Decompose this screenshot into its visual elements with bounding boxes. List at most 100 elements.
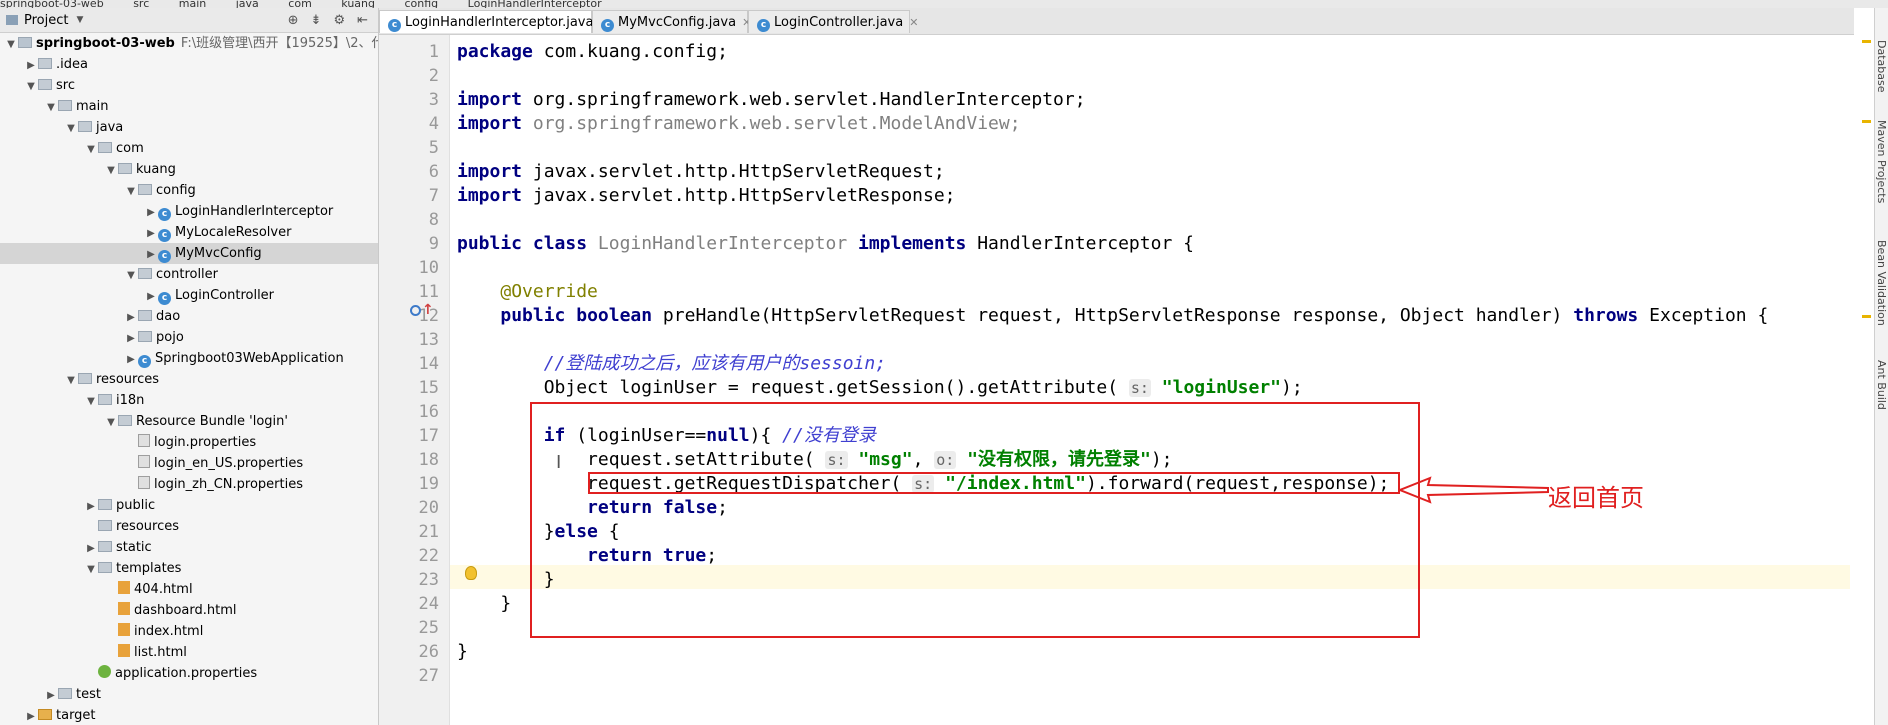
tree-item[interactable]: index.html xyxy=(0,621,378,642)
breadcrumb-item[interactable]: src xyxy=(133,0,149,8)
code-line[interactable]: } xyxy=(457,592,511,616)
tree-item[interactable]: ▼ main xyxy=(0,96,378,117)
tree-item[interactable]: ▶ public xyxy=(0,495,378,516)
chevron-down-icon[interactable]: ▼ xyxy=(124,181,138,202)
tree-item[interactable]: resources xyxy=(0,516,378,537)
code-line[interactable]: public boolean preHandle(HttpServletRequ… xyxy=(457,304,1768,328)
chevron-down-icon[interactable]: ▼ xyxy=(76,15,83,25)
chevron-right-icon[interactable]: ▶ xyxy=(124,349,138,370)
tree-item[interactable]: dashboard.html xyxy=(0,600,378,621)
chevron-down-icon[interactable]: ▼ xyxy=(84,139,98,160)
close-icon[interactable]: ✕ xyxy=(909,16,918,29)
chevron-down-icon[interactable]: ▼ xyxy=(104,160,118,181)
tree-item[interactable]: ▶ dao xyxy=(0,306,378,327)
tree-item-label: application.properties xyxy=(115,666,258,681)
chevron-down-icon[interactable]: ▼ xyxy=(64,118,78,139)
tree-item[interactable]: ▼ java xyxy=(0,117,378,138)
tree-item[interactable]: ▶ static xyxy=(0,537,378,558)
tree-item[interactable]: ▶ target xyxy=(0,705,378,725)
tree-item[interactable]: ▼ controller xyxy=(0,264,378,285)
tree-item[interactable]: ▼ resources xyxy=(0,369,378,390)
breadcrumb-item[interactable]: kuang xyxy=(341,0,375,8)
warning-marker[interactable] xyxy=(1862,40,1871,43)
chevron-right-icon[interactable]: ▶ xyxy=(124,307,138,328)
code-line[interactable]: } xyxy=(457,640,468,664)
chevron-right-icon[interactable]: ▶ xyxy=(144,202,158,223)
chevron-right-icon[interactable]: ▶ xyxy=(124,328,138,349)
editor-tab[interactable]: cLoginHandlerInterceptor.java✕ xyxy=(379,10,609,33)
override-method-icon[interactable] xyxy=(410,305,421,316)
chevron-right-icon[interactable]: ▶ xyxy=(84,538,98,559)
editor-tab[interactable]: c MyMvcConfig.java ✕ xyxy=(592,10,751,33)
tree-item[interactable]: ▼ config xyxy=(0,180,378,201)
tree-item[interactable]: application.properties xyxy=(0,663,378,684)
breadcrumb-item[interactable]: java xyxy=(236,0,259,8)
code-line[interactable]: package com.kuang.config; xyxy=(457,40,728,64)
gear-icon[interactable]: ⚙ xyxy=(333,13,345,28)
tree-item[interactable]: ▼ Resource Bundle 'login' xyxy=(0,411,378,432)
database-tool-tab[interactable]: Database xyxy=(1875,40,1888,93)
code-line[interactable]: //登陆成功之后，应该有用户的sessoin; xyxy=(457,352,886,376)
tree-item[interactable]: login_zh_CN.properties xyxy=(0,474,378,495)
tree-item[interactable]: ▼ i18n xyxy=(0,390,378,411)
tree-item[interactable]: login_en_US.properties xyxy=(0,453,378,474)
maven-projects-tool-tab[interactable]: Maven Projects xyxy=(1875,120,1888,203)
warning-marker[interactable] xyxy=(1862,315,1871,318)
code-line[interactable]: import org.springframework.web.servlet.H… xyxy=(457,88,1086,112)
lightbulb-icon[interactable] xyxy=(465,566,477,580)
chevron-right-icon[interactable]: ▶ xyxy=(24,55,38,76)
tree-item[interactable]: ▶ c LoginController xyxy=(0,285,378,306)
tree-item[interactable]: login.properties xyxy=(0,432,378,453)
hide-panel-icon[interactable]: ⇤ xyxy=(357,13,368,28)
chevron-right-icon[interactable]: ▶ xyxy=(144,244,158,265)
editor-tab[interactable]: c LoginController.java ✕ xyxy=(748,10,918,33)
breadcrumb-item[interactable]: com xyxy=(288,0,312,8)
code-line[interactable]: Object loginUser = request.getSession().… xyxy=(457,376,1303,400)
chevron-down-icon[interactable]: ▼ xyxy=(104,412,118,433)
breadcrumb-item[interactable]: config xyxy=(405,0,439,8)
tree-item[interactable]: ▶ c Springboot03WebApplication xyxy=(0,348,378,369)
ant-build-tool-tab[interactable]: Ant Build xyxy=(1875,360,1888,410)
breadcrumb-item[interactable]: main xyxy=(179,0,206,8)
warning-marker[interactable] xyxy=(1862,120,1871,123)
chevron-right-icon[interactable]: ▶ xyxy=(144,286,158,307)
code-line[interactable]: import org.springframework.web.servlet.M… xyxy=(457,112,1021,136)
breadcrumb-item[interactable]: springboot-03-web xyxy=(0,0,104,8)
tree-item[interactable]: ▶ pojo xyxy=(0,327,378,348)
code-line[interactable]: import javax.servlet.http.HttpServletReq… xyxy=(457,160,945,184)
locate-file-icon[interactable]: ⊕ xyxy=(288,13,299,28)
tree-item[interactable]: ▶ c LoginHandlerInterceptor xyxy=(0,201,378,222)
implements-arrow-icon[interactable]: ↑ xyxy=(422,302,434,318)
project-view-selector[interactable]: Project xyxy=(24,13,68,28)
tree-item[interactable]: ▼ src xyxy=(0,75,378,96)
chevron-down-icon[interactable]: ▼ xyxy=(4,34,18,55)
tree-item[interactable]: ▶ test xyxy=(0,684,378,705)
tree-item[interactable]: ▼ com xyxy=(0,138,378,159)
tree-item[interactable]: 404.html xyxy=(0,579,378,600)
tree-item[interactable]: ▼ templates xyxy=(0,558,378,579)
chevron-down-icon[interactable]: ▼ xyxy=(24,76,38,97)
chevron-down-icon[interactable]: ▼ xyxy=(44,97,58,118)
chevron-right-icon[interactable]: ▶ xyxy=(44,685,58,706)
line-number: 6 xyxy=(428,162,439,182)
tree-item[interactable]: ▶ c MyLocaleResolver xyxy=(0,222,378,243)
chevron-down-icon[interactable]: ▼ xyxy=(124,265,138,286)
breadcrumb-item[interactable]: LoginHandlerInterceptor xyxy=(468,0,602,8)
tree-item[interactable]: ▶ c MyMvcConfig xyxy=(0,243,378,264)
chevron-right-icon[interactable]: ▶ xyxy=(84,496,98,517)
code-line[interactable]: public class LoginHandlerInterceptor imp… xyxy=(457,232,1194,256)
bean-validation-tool-tab[interactable]: Bean Validation xyxy=(1875,240,1888,326)
tree-item[interactable]: ▼ kuang xyxy=(0,159,378,180)
collapse-all-icon[interactable]: ⇟ xyxy=(311,13,322,28)
code-line[interactable]: @Override xyxy=(457,280,598,304)
chevron-down-icon[interactable]: ▼ xyxy=(84,559,98,580)
folder-icon xyxy=(98,394,112,405)
chevron-right-icon[interactable]: ▶ xyxy=(24,706,38,725)
tree-item[interactable]: list.html xyxy=(0,642,378,663)
chevron-right-icon[interactable]: ▶ xyxy=(144,223,158,244)
code-line[interactable]: import javax.servlet.http.HttpServletRes… xyxy=(457,184,956,208)
chevron-down-icon[interactable]: ▼ xyxy=(64,370,78,391)
chevron-down-icon[interactable]: ▼ xyxy=(84,391,98,412)
tree-item[interactable]: ▼ springboot-03-web F:\班级管理\西开【19525】\2、代码… xyxy=(0,33,378,54)
tree-item[interactable]: ▶ .idea xyxy=(0,54,378,75)
